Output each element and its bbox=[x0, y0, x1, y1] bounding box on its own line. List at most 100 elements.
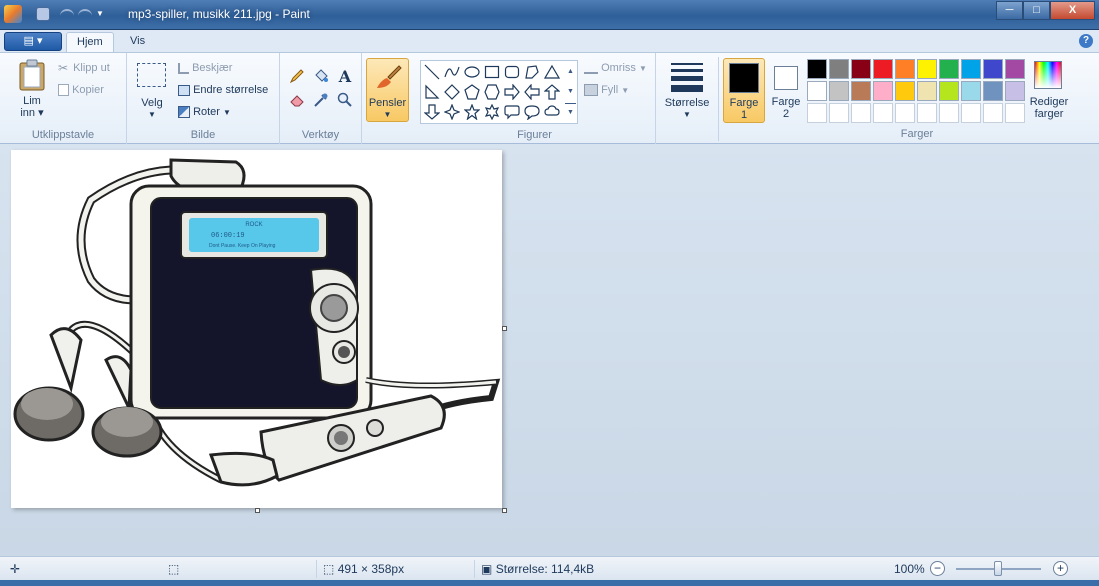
select-button[interactable]: Velg ▼ bbox=[135, 63, 169, 119]
palette-swatch[interactable] bbox=[917, 103, 937, 123]
pencil-icon[interactable] bbox=[286, 65, 308, 87]
palette-swatch[interactable] bbox=[895, 103, 915, 123]
oval-shape-icon[interactable] bbox=[463, 63, 481, 81]
tab-view[interactable]: Vis bbox=[120, 32, 155, 53]
resize-handle-corner[interactable] bbox=[502, 508, 507, 513]
color-picker-icon[interactable] bbox=[310, 89, 332, 111]
undo-icon[interactable] bbox=[60, 9, 74, 19]
diamond-shape-icon[interactable] bbox=[443, 83, 461, 101]
four-point-star-shape-icon[interactable] bbox=[443, 103, 461, 121]
palette-swatch[interactable] bbox=[1005, 59, 1025, 79]
palette-swatch[interactable] bbox=[829, 81, 849, 101]
resize-handle-bottom[interactable] bbox=[255, 508, 260, 513]
shapes-scroll-down-icon[interactable]: ▼ bbox=[565, 83, 576, 101]
polygon-shape-icon[interactable] bbox=[523, 63, 541, 81]
palette-swatch[interactable] bbox=[917, 81, 937, 101]
rounded-rectangle-shape-icon[interactable] bbox=[503, 63, 521, 81]
help-icon[interactable]: ? bbox=[1079, 34, 1093, 48]
tools-group: A Verktøy bbox=[280, 53, 362, 144]
shapes-scroll-up-icon[interactable]: ▲ bbox=[565, 63, 576, 81]
palette-swatch[interactable] bbox=[917, 59, 937, 79]
right-triangle-shape-icon[interactable] bbox=[423, 83, 441, 101]
palette-swatch[interactable] bbox=[983, 81, 1003, 101]
rectangle-shape-icon[interactable] bbox=[483, 63, 501, 81]
up-arrow-shape-icon[interactable] bbox=[543, 83, 561, 101]
five-point-star-shape-icon[interactable] bbox=[463, 103, 481, 121]
zoom-slider-thumb[interactable] bbox=[994, 561, 1002, 576]
palette-swatch[interactable] bbox=[961, 103, 981, 123]
palette-swatch[interactable] bbox=[829, 103, 849, 123]
six-point-star-shape-icon[interactable] bbox=[483, 103, 501, 121]
palette-swatch[interactable] bbox=[939, 81, 959, 101]
palette-swatch[interactable] bbox=[851, 59, 871, 79]
resize-handle-right[interactable] bbox=[502, 326, 507, 331]
size-button[interactable]: Størrelse ▼ bbox=[660, 59, 714, 121]
palette-swatch[interactable] bbox=[807, 81, 827, 101]
line-shape-icon[interactable] bbox=[423, 63, 441, 81]
left-arrow-shape-icon[interactable] bbox=[523, 83, 541, 101]
zoom-out-button[interactable]: − bbox=[930, 561, 945, 576]
outline-button[interactable]: Omriss ▼ bbox=[584, 62, 647, 75]
oval-callout-shape-icon[interactable] bbox=[523, 103, 541, 121]
palette-swatch[interactable] bbox=[851, 81, 871, 101]
palette-swatch[interactable] bbox=[807, 103, 827, 123]
rotate-button[interactable]: Roter ▼ bbox=[178, 106, 231, 119]
palette-swatch[interactable] bbox=[873, 81, 893, 101]
window-title: mp3-spiller, musikk 211.jpg - Paint bbox=[128, 7, 310, 21]
customize-qat-icon[interactable]: ▼ bbox=[96, 9, 106, 19]
cloud-callout-shape-icon[interactable] bbox=[543, 103, 561, 121]
right-arrow-shape-icon[interactable] bbox=[503, 83, 521, 101]
eraser-icon[interactable] bbox=[286, 89, 308, 111]
copy-button[interactable]: Kopier bbox=[58, 84, 104, 97]
paint-app-icon[interactable] bbox=[4, 5, 22, 23]
save-icon[interactable] bbox=[36, 7, 50, 21]
palette-swatch[interactable] bbox=[983, 59, 1003, 79]
close-button[interactable]: X bbox=[1050, 1, 1095, 20]
palette-swatch[interactable] bbox=[873, 103, 893, 123]
color1-swatch bbox=[729, 63, 759, 93]
palette-swatch[interactable] bbox=[983, 103, 1003, 123]
palette-swatch[interactable] bbox=[851, 103, 871, 123]
resize-button[interactable]: Endre størrelse bbox=[178, 84, 268, 96]
palette-swatch[interactable] bbox=[1005, 103, 1025, 123]
edit-colors-button[interactable]: Rediger farger bbox=[1028, 58, 1070, 123]
triangle-shape-icon[interactable] bbox=[543, 63, 561, 81]
down-arrow-shape-icon[interactable] bbox=[423, 103, 441, 121]
text-icon[interactable]: A bbox=[334, 65, 356, 87]
crop-button[interactable]: Beskjær bbox=[178, 62, 232, 74]
pentagon-shape-icon[interactable] bbox=[463, 83, 481, 101]
palette-swatch[interactable] bbox=[895, 81, 915, 101]
magnifier-icon[interactable] bbox=[334, 89, 356, 111]
redo-icon[interactable] bbox=[78, 9, 92, 19]
brushes-button[interactable]: Pensler ▼ bbox=[366, 58, 409, 122]
palette-swatch[interactable] bbox=[961, 59, 981, 79]
select-dropdown-icon[interactable]: ▼ bbox=[135, 109, 169, 121]
palette-swatch[interactable] bbox=[829, 59, 849, 79]
zoom-in-button[interactable]: + bbox=[1053, 561, 1068, 576]
curve-shape-icon[interactable] bbox=[443, 63, 461, 81]
file-menu-button[interactable]: ▤ ▾ bbox=[4, 32, 62, 51]
palette-swatch[interactable] bbox=[873, 59, 893, 79]
palette-swatch[interactable] bbox=[807, 59, 827, 79]
fill-dropdown-icon: ▼ bbox=[621, 86, 630, 95]
palette-swatch[interactable] bbox=[895, 59, 915, 79]
palette-swatch[interactable] bbox=[1005, 81, 1025, 101]
palette-swatch[interactable] bbox=[939, 103, 959, 123]
palette-swatch[interactable] bbox=[939, 59, 959, 79]
paste-button[interactable]: Lim inn ▾ bbox=[12, 59, 52, 121]
fill-bucket-icon[interactable] bbox=[310, 65, 332, 87]
fill-button[interactable]: Fyll ▼ bbox=[584, 84, 630, 97]
file-size: ▣ Størrelse: 114,4kB bbox=[481, 562, 594, 576]
palette-swatch[interactable] bbox=[961, 81, 981, 101]
maximize-button[interactable]: □ bbox=[1023, 1, 1050, 20]
hexagon-shape-icon[interactable] bbox=[483, 83, 501, 101]
cut-button[interactable]: ✂ Klipp ut bbox=[58, 62, 110, 74]
color2-button[interactable]: Farge 2 bbox=[766, 58, 806, 123]
rounded-callout-shape-icon[interactable] bbox=[503, 103, 521, 121]
tab-home[interactable]: Hjem bbox=[66, 32, 114, 53]
minimize-button[interactable]: ─ bbox=[996, 1, 1023, 20]
color1-button[interactable]: Farge 1 bbox=[723, 58, 765, 123]
outline-label: Omriss bbox=[601, 62, 636, 74]
image-canvas[interactable]: ROCK 06:00:19 Dont Pause. Keep On Playin… bbox=[11, 150, 502, 508]
shapes-more-icon[interactable]: ▼ bbox=[565, 103, 576, 121]
